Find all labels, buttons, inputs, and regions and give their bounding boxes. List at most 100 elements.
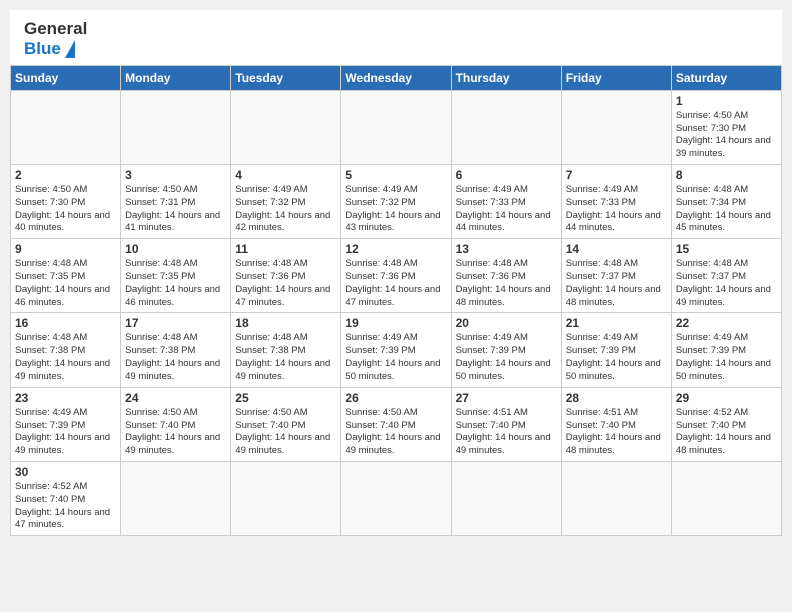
day-cell: 1 Sunrise: 4:50 AM Sunset: 7:30 PM Daylig… — [671, 90, 781, 164]
day-info: Sunrise: 4:48 AM Sunset: 7:38 PM Dayligh… — [235, 332, 336, 383]
day-cell: 27 Sunrise: 4:51 AM Sunset: 7:40 PM Dayli… — [451, 387, 561, 461]
week-row-4: 16Sunrise: 4:48 AM Sunset: 7:38 PM Dayli… — [11, 313, 782, 387]
day-number: 21 — [566, 316, 667, 330]
week-row-3: 9 Sunrise: 4:48 AM Sunset: 7:35 PM Daylig… — [11, 239, 782, 313]
day-info: Sunrise: 4:48 AM Sunset: 7:36 PM Dayligh… — [345, 258, 446, 309]
day-info: Sunrise: 4:48 AM Sunset: 7:36 PM Dayligh… — [235, 258, 336, 309]
weekday-header-friday: Friday — [561, 65, 671, 90]
day-cell: 11 Sunrise: 4:48 AM Sunset: 7:36 PM Dayli… — [231, 239, 341, 313]
day-cell — [451, 461, 561, 535]
day-cell: 21 Sunrise: 4:49 AM Sunset: 7:39 PM Dayli… — [561, 313, 671, 387]
logo-blue: Blue — [24, 39, 61, 59]
day-cell — [561, 90, 671, 164]
day-number: 17 — [125, 316, 226, 330]
day-cell: 16Sunrise: 4:48 AM Sunset: 7:38 PM Dayli… — [11, 313, 121, 387]
day-number: 19 — [345, 316, 446, 330]
logo: General Blue — [24, 20, 87, 59]
day-info: Sunrise: 4:51 AM Sunset: 7:40 PM Dayligh… — [566, 407, 667, 458]
day-info: Sunrise: 4:50 AM Sunset: 7:40 PM Dayligh… — [235, 407, 336, 458]
day-cell: 26Sunrise: 4:50 AM Sunset: 7:40 PM Dayli… — [341, 387, 451, 461]
day-cell — [451, 90, 561, 164]
day-cell: 2 Sunrise: 4:50 AM Sunset: 7:30 PM Daylig… — [11, 164, 121, 238]
weekday-header-sunday: Sunday — [11, 65, 121, 90]
day-cell: 7 Sunrise: 4:49 AM Sunset: 7:33 PM Daylig… — [561, 164, 671, 238]
day-info: Sunrise: 4:48 AM Sunset: 7:35 PM Dayligh… — [15, 258, 116, 309]
day-number: 24 — [125, 391, 226, 405]
day-info: Sunrise: 4:49 AM Sunset: 7:32 PM Dayligh… — [345, 184, 446, 235]
day-number: 10 — [125, 242, 226, 256]
day-number: 12 — [345, 242, 446, 256]
day-number: 11 — [235, 242, 336, 256]
day-info: Sunrise: 4:48 AM Sunset: 7:38 PM Dayligh… — [15, 332, 116, 383]
day-cell: 28Sunrise: 4:51 AM Sunset: 7:40 PM Dayli… — [561, 387, 671, 461]
day-cell — [561, 461, 671, 535]
weekday-header-thursday: Thursday — [451, 65, 561, 90]
weekday-header-row: SundayMondayTuesdayWednesdayThursdayFrid… — [11, 65, 782, 90]
day-cell — [671, 461, 781, 535]
day-cell: 25 Sunrise: 4:50 AM Sunset: 7:40 PM Dayli… — [231, 387, 341, 461]
day-cell — [341, 461, 451, 535]
day-number: 25 — [235, 391, 336, 405]
day-number: 22 — [676, 316, 777, 330]
day-number: 5 — [345, 168, 446, 182]
day-number: 27 — [456, 391, 557, 405]
day-cell — [121, 90, 231, 164]
day-number: 23 — [15, 391, 116, 405]
weekday-header-monday: Monday — [121, 65, 231, 90]
week-row-2: 2 Sunrise: 4:50 AM Sunset: 7:30 PM Daylig… — [11, 164, 782, 238]
week-row-1: 1 Sunrise: 4:50 AM Sunset: 7:30 PM Daylig… — [11, 90, 782, 164]
day-cell: 23Sunrise: 4:49 AM Sunset: 7:39 PM Dayli… — [11, 387, 121, 461]
day-info: Sunrise: 4:49 AM Sunset: 7:39 PM Dayligh… — [676, 332, 777, 383]
day-info: Sunrise: 4:50 AM Sunset: 7:30 PM Dayligh… — [676, 110, 777, 161]
day-number: 30 — [15, 465, 116, 479]
day-cell — [341, 90, 451, 164]
day-info: Sunrise: 4:51 AM Sunset: 7:40 PM Dayligh… — [456, 407, 557, 458]
day-number: 8 — [676, 168, 777, 182]
day-cell: 12 Sunrise: 4:48 AM Sunset: 7:36 PM Dayli… — [341, 239, 451, 313]
day-cell: 15Sunrise: 4:48 AM Sunset: 7:37 PM Dayli… — [671, 239, 781, 313]
day-info: Sunrise: 4:48 AM Sunset: 7:37 PM Dayligh… — [566, 258, 667, 309]
day-cell: 20 Sunrise: 4:49 AM Sunset: 7:39 PM Dayli… — [451, 313, 561, 387]
day-info: Sunrise: 4:49 AM Sunset: 7:39 PM Dayligh… — [456, 332, 557, 383]
day-number: 7 — [566, 168, 667, 182]
header: General Blue — [10, 10, 782, 65]
day-info: Sunrise: 4:49 AM Sunset: 7:33 PM Dayligh… — [456, 184, 557, 235]
day-info: Sunrise: 4:50 AM Sunset: 7:31 PM Dayligh… — [125, 184, 226, 235]
weekday-header-saturday: Saturday — [671, 65, 781, 90]
day-info: Sunrise: 4:50 AM Sunset: 7:40 PM Dayligh… — [345, 407, 446, 458]
day-info: Sunrise: 4:48 AM Sunset: 7:38 PM Dayligh… — [125, 332, 226, 383]
day-info: Sunrise: 4:52 AM Sunset: 7:40 PM Dayligh… — [676, 407, 777, 458]
day-number: 9 — [15, 242, 116, 256]
day-info: Sunrise: 4:52 AM Sunset: 7:40 PM Dayligh… — [15, 481, 116, 532]
day-cell: 9 Sunrise: 4:48 AM Sunset: 7:35 PM Daylig… — [11, 239, 121, 313]
day-cell: 13 Sunrise: 4:48 AM Sunset: 7:36 PM Dayli… — [451, 239, 561, 313]
day-info: Sunrise: 4:49 AM Sunset: 7:32 PM Dayligh… — [235, 184, 336, 235]
day-cell: 14Sunrise: 4:48 AM Sunset: 7:37 PM Dayli… — [561, 239, 671, 313]
day-cell: 4Sunrise: 4:49 AM Sunset: 7:32 PM Daylig… — [231, 164, 341, 238]
week-row-5: 23Sunrise: 4:49 AM Sunset: 7:39 PM Dayli… — [11, 387, 782, 461]
weekday-header-wednesday: Wednesday — [341, 65, 451, 90]
day-info: Sunrise: 4:48 AM Sunset: 7:36 PM Dayligh… — [456, 258, 557, 309]
week-row-6: 30 Sunrise: 4:52 AM Sunset: 7:40 PM Dayli… — [11, 461, 782, 535]
day-number: 2 — [15, 168, 116, 182]
day-number: 20 — [456, 316, 557, 330]
day-info: Sunrise: 4:48 AM Sunset: 7:35 PM Dayligh… — [125, 258, 226, 309]
day-info: Sunrise: 4:50 AM Sunset: 7:40 PM Dayligh… — [125, 407, 226, 458]
day-cell: 19Sunrise: 4:49 AM Sunset: 7:39 PM Dayli… — [341, 313, 451, 387]
day-info: Sunrise: 4:49 AM Sunset: 7:39 PM Dayligh… — [566, 332, 667, 383]
logo-triangle-icon — [65, 40, 75, 58]
day-info: Sunrise: 4:48 AM Sunset: 7:34 PM Dayligh… — [676, 184, 777, 235]
day-number: 1 — [676, 94, 777, 108]
day-number: 6 — [456, 168, 557, 182]
day-cell: 5 Sunrise: 4:49 AM Sunset: 7:32 PM Daylig… — [341, 164, 451, 238]
day-info: Sunrise: 4:50 AM Sunset: 7:30 PM Dayligh… — [15, 184, 116, 235]
day-cell: 10 Sunrise: 4:48 AM Sunset: 7:35 PM Dayli… — [121, 239, 231, 313]
day-cell — [11, 90, 121, 164]
day-number: 3 — [125, 168, 226, 182]
day-cell: 30 Sunrise: 4:52 AM Sunset: 7:40 PM Dayli… — [11, 461, 121, 535]
day-info: Sunrise: 4:49 AM Sunset: 7:33 PM Dayligh… — [566, 184, 667, 235]
day-number: 29 — [676, 391, 777, 405]
day-info: Sunrise: 4:48 AM Sunset: 7:37 PM Dayligh… — [676, 258, 777, 309]
day-cell — [121, 461, 231, 535]
day-number: 13 — [456, 242, 557, 256]
